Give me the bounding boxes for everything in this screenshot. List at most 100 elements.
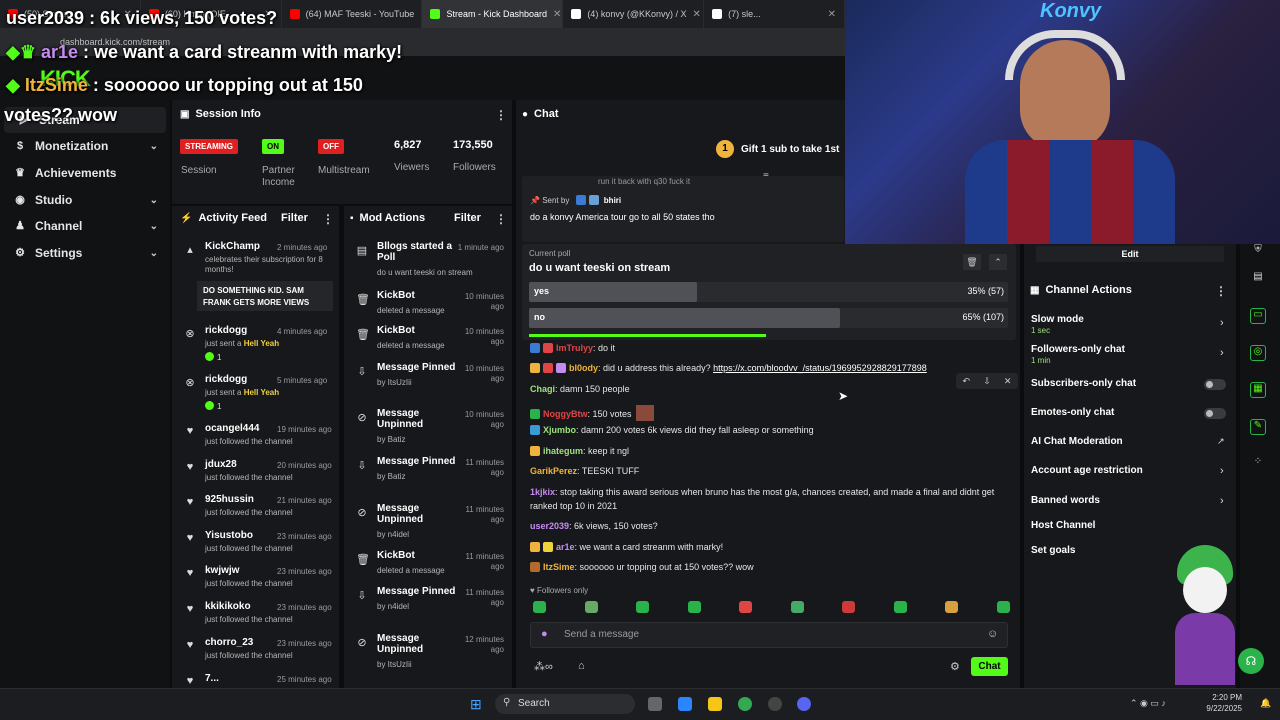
channel-action-banned-words[interactable]: Banned words xyxy=(1031,495,1231,506)
chat-username[interactable]: Xjumbo xyxy=(543,425,576,435)
gift-sub-text[interactable]: Gift 1 sub to take 1st xyxy=(741,144,839,155)
toggle-switch[interactable] xyxy=(1204,408,1226,419)
browser-tab[interactable]: (64) MAF Teeski - YouTube✕ xyxy=(282,0,423,28)
store-icon[interactable]: ⌂ xyxy=(578,660,585,672)
close-tab-icon[interactable]: ✕ xyxy=(822,9,836,20)
activity-menu-icon[interactable]: ⋮ xyxy=(322,212,334,226)
chat-username[interactable]: GarikPerez xyxy=(530,466,577,476)
channel-action-followers-only-chat[interactable]: Followers-only chat 1 min xyxy=(1031,344,1231,365)
chevron-right-icon[interactable]: › xyxy=(1220,465,1224,477)
activity-username[interactable]: Yisustobo xyxy=(205,530,253,541)
activity-username[interactable]: KickChamp xyxy=(205,241,260,252)
trash-icon[interactable]: ✕ xyxy=(1004,376,1012,387)
copilot-icon[interactable] xyxy=(678,697,692,711)
browser-tab[interactable]: (7) sle... ✕ xyxy=(704,0,845,28)
note-icon[interactable]: ▤ xyxy=(1250,271,1266,287)
edit-button[interactable]: Edit xyxy=(1036,246,1224,262)
shield-icon[interactable]: ⛨ xyxy=(1250,244,1266,260)
external-link-icon[interactable]: ↗ xyxy=(1217,436,1225,447)
emote-icon[interactable] xyxy=(790,601,804,613)
layout-icon[interactable]: ▦ xyxy=(1250,382,1266,398)
channel-action-slow-mode[interactable]: Slow mode 1 sec xyxy=(1031,314,1231,335)
headset-support-icon[interactable]: ☊ xyxy=(1238,648,1264,674)
activity-username[interactable]: kkikikoko xyxy=(205,601,251,612)
sidebar-item-studio[interactable]: ◉ Studio ⌄ xyxy=(0,187,170,213)
chevron-right-icon[interactable]: › xyxy=(1220,347,1224,359)
delete-poll-icon[interactable]: 🗑 xyxy=(963,254,981,270)
emoji-icon[interactable]: ☺ xyxy=(987,628,998,640)
chat-username[interactable]: NoggyBtw xyxy=(543,409,588,419)
channel-action-ai-chat-moderation[interactable]: AI Chat Moderation xyxy=(1031,436,1231,447)
chevron-down-icon[interactable]: ⌄ xyxy=(150,195,158,206)
chat-username[interactable]: ihategum xyxy=(543,446,583,456)
windows-start-icon[interactable]: ⊞ xyxy=(470,696,482,713)
close-tab-icon[interactable]: ✕ xyxy=(686,9,700,20)
reply-icon[interactable]: ↶ xyxy=(963,376,971,387)
sidebar-item-settings[interactable]: ⚙ Settings ⌄ xyxy=(0,240,170,266)
chevron-right-icon[interactable]: › xyxy=(1220,495,1224,507)
sidebar-item-achievements[interactable]: ♛ Achievements xyxy=(0,160,170,186)
activity-username[interactable]: jdux28 xyxy=(205,459,237,470)
emote-icon[interactable] xyxy=(842,601,855,613)
session-menu-icon[interactable]: ⋮ xyxy=(495,108,507,122)
pin-icon[interactable]: ⇩ xyxy=(983,376,991,387)
channel-action-emotes-only-chat[interactable]: Emotes-only chat xyxy=(1031,407,1231,418)
chat-icon[interactable]: ▭ xyxy=(1250,308,1266,324)
channel-action-host-channel[interactable]: Host Channel xyxy=(1031,520,1231,531)
chat-username[interactable]: bl0ody xyxy=(569,363,598,373)
sidebar-item-monetization[interactable]: $ Monetization ⌄ xyxy=(0,133,170,159)
toggle-switch[interactable] xyxy=(1204,379,1226,390)
chevron-down-icon[interactable]: ⌄ xyxy=(150,221,158,232)
activity-username[interactable]: rickdogg xyxy=(205,325,247,336)
channel-action-subscribers-only-chat[interactable]: Subscribers-only chat xyxy=(1031,378,1231,389)
activity-filter-button[interactable]: Filter xyxy=(281,205,308,231)
poll-option-yes[interactable]: yes 35% (57) xyxy=(529,282,1008,302)
chat-send-button[interactable]: Chat xyxy=(971,657,1008,676)
activity-username[interactable]: chorro_23 xyxy=(205,637,253,648)
infinity-icon[interactable]: ⁂∞ xyxy=(534,660,553,673)
chat-username[interactable]: ItzSime xyxy=(543,562,575,572)
mod-filter-button[interactable]: Filter xyxy=(454,205,481,231)
chrome-icon[interactable] xyxy=(738,697,752,711)
emote-icon[interactable] xyxy=(996,601,1010,613)
notification-icon[interactable]: 🔔 xyxy=(1260,698,1271,709)
chat-username[interactable]: ImTrulyy xyxy=(556,343,593,353)
chat-username[interactable]: 1kjkix xyxy=(530,487,555,497)
chat-input-placeholder[interactable]: Send a message xyxy=(564,629,639,640)
sent-by-user[interactable]: bhiri xyxy=(604,196,621,205)
close-tab-icon[interactable]: ✕ xyxy=(547,9,561,20)
activity-username[interactable]: ocangel444 xyxy=(205,423,259,434)
users-icon[interactable]: ⁘ xyxy=(1250,456,1266,472)
emote-icon[interactable] xyxy=(893,601,907,613)
chat-username[interactable]: user2039 xyxy=(530,521,569,531)
tray-icons[interactable]: ⌃ ◉ ▭ ♪ xyxy=(1130,698,1166,709)
chat-link[interactable]: https://x.com/bloodvv_/status/1969952928… xyxy=(713,363,927,373)
obs-icon[interactable] xyxy=(768,697,782,711)
wrench-icon[interactable]: ✎ xyxy=(1250,419,1266,435)
channel-action-account-age-restriction[interactable]: Account age restriction xyxy=(1031,465,1231,476)
emote-icon[interactable] xyxy=(945,601,958,613)
poll-option-no[interactable]: no 65% (107) xyxy=(529,308,1008,328)
emote-icon[interactable] xyxy=(739,601,752,613)
chat-settings-icon[interactable]: ⚙ xyxy=(950,660,960,673)
emote-icon[interactable] xyxy=(687,601,701,613)
task-view-icon[interactable] xyxy=(648,697,662,711)
chevron-down-icon[interactable]: ⌄ xyxy=(150,141,158,152)
activity-username[interactable]: kwjwjw xyxy=(205,565,239,576)
emote-icon[interactable] xyxy=(636,601,649,613)
chevron-right-icon[interactable]: › xyxy=(1220,317,1224,329)
microphone-icon[interactable]: ● xyxy=(541,628,548,640)
channel-actions-menu-icon[interactable]: ⋮ xyxy=(1215,284,1227,298)
sidebar-item-channel[interactable]: ♟ Channel ⌄ xyxy=(0,213,170,239)
explorer-icon[interactable] xyxy=(708,697,722,711)
activity-username[interactable]: rickdogg xyxy=(205,374,247,385)
discord-icon[interactable] xyxy=(797,697,811,711)
browser-tab[interactable]: (4) konvy (@KKonvy) / X ✕ xyxy=(563,0,705,28)
chevron-down-icon[interactable]: ⌄ xyxy=(150,248,158,259)
activity-username[interactable]: 7... xyxy=(205,673,219,684)
taskbar-search[interactable]: ⚲ Search xyxy=(495,694,635,714)
broadcast-icon[interactable]: ◎ xyxy=(1250,345,1266,361)
mod-menu-icon[interactable]: ⋮ xyxy=(495,212,507,226)
emote-icon[interactable] xyxy=(584,601,598,613)
chat-username[interactable]: Chagi xyxy=(530,384,555,394)
